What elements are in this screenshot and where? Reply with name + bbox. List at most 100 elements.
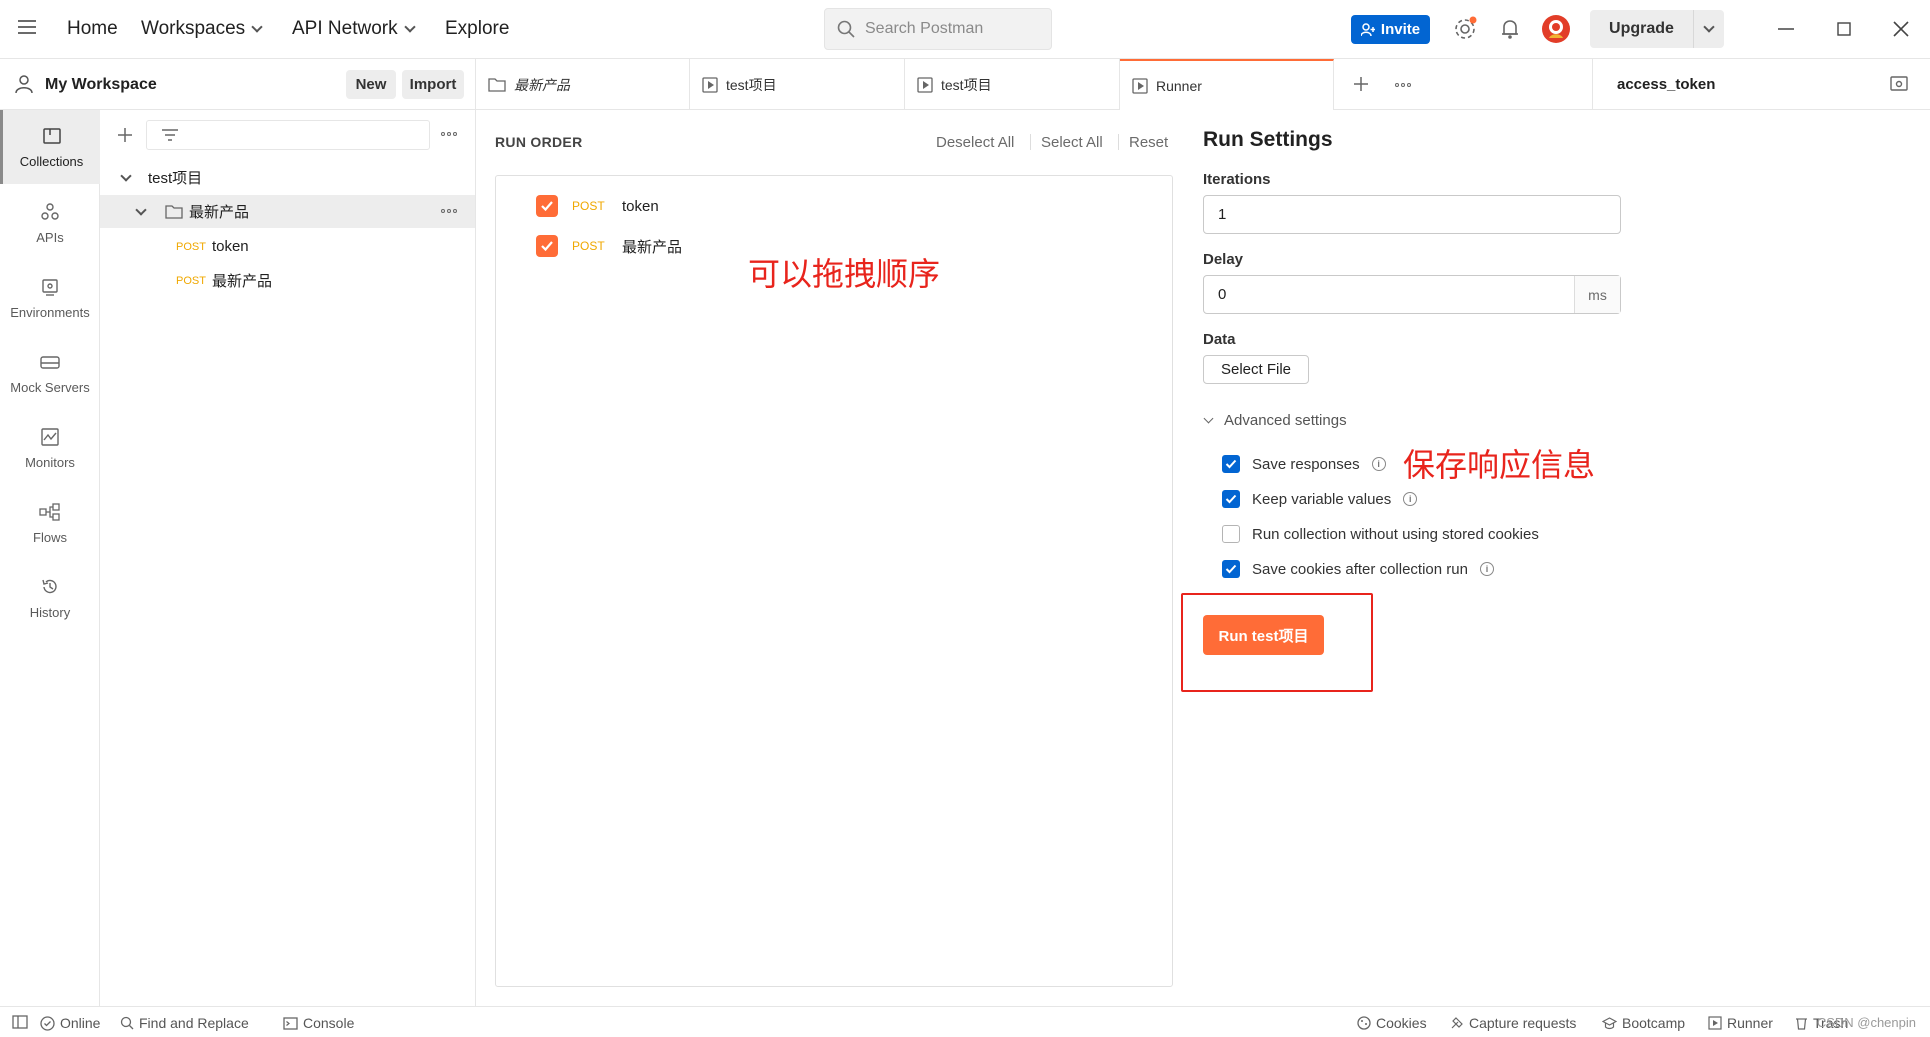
- iterations-input[interactable]: 1: [1203, 195, 1621, 234]
- chevron-down-icon: [1703, 21, 1715, 33]
- minimize-button[interactable]: [1773, 16, 1799, 42]
- tab-folder[interactable]: 最新产品: [476, 59, 690, 110]
- select-file-label: Select File: [1220, 361, 1292, 378]
- menu-icon[interactable]: [18, 20, 36, 34]
- option-save-responses[interactable]: Save responses i: [1222, 454, 1386, 474]
- checkbox-checked[interactable]: [536, 195, 558, 217]
- maximize-button[interactable]: [1831, 16, 1857, 42]
- upgrade-dropdown[interactable]: [1694, 10, 1724, 48]
- plus-icon[interactable]: [117, 127, 133, 143]
- checkbox-checked[interactable]: [1222, 455, 1240, 473]
- nav-explore[interactable]: Explore: [445, 18, 509, 40]
- cookies-button[interactable]: Cookies: [1357, 1015, 1427, 1031]
- collection-row[interactable]: test项目: [100, 161, 475, 194]
- delay-input[interactable]: 0 ms: [1203, 275, 1621, 314]
- flows-icon: [39, 502, 60, 521]
- tab-label: test项目: [941, 76, 992, 93]
- bootcamp-icon: [1602, 1016, 1617, 1029]
- sidebar-item-label: History: [29, 604, 71, 620]
- sidebar-item-label: Collections: [19, 153, 84, 169]
- sidebar-item-flows[interactable]: Flows: [0, 486, 100, 560]
- upgrade-button[interactable]: Upgrade: [1590, 10, 1724, 48]
- request-row[interactable]: POST 最新产品: [100, 264, 475, 297]
- runner-icon: [1132, 77, 1148, 94]
- tab-collection-runner[interactable]: test项目: [905, 59, 1120, 110]
- more-options-icon[interactable]: [441, 132, 457, 136]
- checkbox-checked[interactable]: [1222, 490, 1240, 508]
- bell-icon[interactable]: [1497, 16, 1523, 42]
- nav-workspaces[interactable]: Workspaces: [141, 18, 263, 40]
- more-tabs-icon[interactable]: [1395, 83, 1411, 87]
- sidebar-item-monitors[interactable]: Monitors: [0, 411, 100, 485]
- option-label: Run collection without using stored cook…: [1252, 525, 1539, 543]
- filter-icon: [162, 129, 178, 141]
- sidebar-item-history[interactable]: History: [0, 561, 100, 635]
- environment-quick-look-icon[interactable]: [1889, 74, 1909, 94]
- info-icon[interactable]: i: [1371, 457, 1386, 471]
- nav-explore-label: Explore: [445, 18, 510, 39]
- more-options-icon[interactable]: [441, 209, 457, 213]
- close-button[interactable]: [1888, 16, 1914, 42]
- option-run-without-cookies[interactable]: Run collection without using stored cook…: [1222, 524, 1539, 544]
- run-collection-button[interactable]: Run test项目: [1203, 615, 1324, 655]
- info-icon[interactable]: i: [1479, 562, 1494, 576]
- option-keep-variable-values[interactable]: Keep variable values i: [1222, 489, 1418, 509]
- checkbox-unchecked[interactable]: [1222, 525, 1240, 543]
- search-placeholder: Search Postman: [865, 20, 984, 37]
- run-order-item[interactable]: POST token: [536, 194, 659, 218]
- reset-button[interactable]: Reset: [1129, 134, 1168, 151]
- nav-home[interactable]: Home: [67, 18, 118, 40]
- select-file-button[interactable]: Select File: [1203, 355, 1309, 384]
- tab-collection-runner[interactable]: test项目: [690, 59, 905, 110]
- import-button[interactable]: Import: [402, 70, 464, 99]
- runner-status-button[interactable]: Runner: [1708, 1015, 1773, 1031]
- console-button[interactable]: Console: [283, 1015, 354, 1031]
- request-row[interactable]: POST token: [100, 230, 475, 263]
- select-all-button[interactable]: Select All: [1041, 134, 1103, 151]
- environment-selector[interactable]: access_token: [1592, 59, 1850, 110]
- save-response-annotation: 保存响应信息: [1403, 447, 1596, 483]
- tab-label: test项目: [726, 76, 777, 93]
- find-replace-button[interactable]: Find and Replace: [120, 1015, 249, 1031]
- checkbox-checked[interactable]: [1222, 560, 1240, 578]
- sidebar-item-mock-servers[interactable]: Mock Servers: [0, 336, 100, 410]
- run-order-item[interactable]: POST 最新产品: [536, 234, 682, 258]
- new-tab-icon[interactable]: [1353, 76, 1369, 92]
- chevron-down-icon: [1203, 413, 1214, 424]
- sidebar-item-collections[interactable]: Collections: [0, 110, 100, 184]
- run-order-title: RUN ORDER: [495, 134, 583, 150]
- checkbox-checked[interactable]: [536, 235, 558, 257]
- avatar[interactable]: [1541, 14, 1571, 44]
- search-icon: [120, 1016, 134, 1030]
- request-method: POST: [572, 239, 605, 253]
- online-status[interactable]: Online: [40, 1015, 100, 1031]
- sidebar-item-environments[interactable]: Environments: [0, 261, 100, 335]
- invite-label: Invite: [1380, 21, 1421, 38]
- option-save-cookies[interactable]: Save cookies after collection run i: [1222, 559, 1494, 579]
- info-icon[interactable]: i: [1403, 492, 1418, 506]
- filter-input[interactable]: [146, 120, 430, 150]
- new-button[interactable]: New: [346, 70, 396, 99]
- chevron-down-icon: [135, 203, 147, 216]
- gear-icon[interactable]: [1452, 16, 1478, 42]
- sidebar-item-apis[interactable]: APIs: [0, 186, 100, 260]
- online-label: Online: [60, 1015, 101, 1031]
- deselect-all-button[interactable]: Deselect All: [936, 134, 1014, 151]
- delay-value: 0: [1218, 286, 1227, 303]
- advanced-settings-toggle[interactable]: Advanced settings: [1203, 412, 1347, 429]
- upgrade-label: Upgrade: [1590, 10, 1694, 48]
- chevron-down-icon: [403, 21, 416, 33]
- nav-api-network[interactable]: API Network: [292, 18, 416, 40]
- check-icon: [541, 241, 553, 252]
- capture-icon: [1451, 1017, 1463, 1029]
- workspace-title[interactable]: My Workspace: [45, 76, 157, 94]
- toggle-sidebar-button[interactable]: [12, 1015, 28, 1029]
- invite-button[interactable]: Invite: [1351, 15, 1430, 44]
- search-input[interactable]: Search Postman: [824, 8, 1052, 50]
- capture-requests-button[interactable]: Capture requests: [1450, 1015, 1576, 1031]
- tab-runner[interactable]: Runner: [1120, 59, 1334, 110]
- folder-row[interactable]: 最新产品: [100, 195, 475, 228]
- request-name: 最新产品: [622, 238, 683, 256]
- bootcamp-button[interactable]: Bootcamp: [1602, 1015, 1685, 1031]
- request-method: POST: [176, 274, 206, 287]
